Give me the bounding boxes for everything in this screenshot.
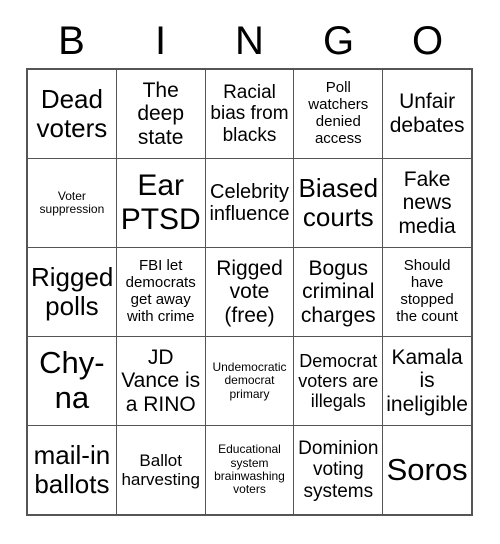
bingo-cell[interactable]: Bogus criminal charges [294, 248, 384, 337]
bingo-cell[interactable]: Unfair debates [383, 70, 472, 159]
bingo-cell[interactable]: Dead voters [28, 70, 117, 159]
bingo-cell[interactable]: FBI let democrats get away with crime [116, 248, 206, 337]
bingo-header: BINGO [27, 12, 472, 69]
bingo-cell-label: Rigged polls [31, 261, 114, 321]
bingo-cell-label: Undemocratic democrat primary [212, 359, 287, 401]
bingo-cell[interactable]: Chy- na [28, 337, 117, 426]
bingo-cell[interactable]: The deep state [116, 70, 206, 159]
bingo-cell-label: FBI let democrats get away with crime [125, 257, 196, 325]
bingo-cell[interactable]: Ear PTSD [116, 159, 206, 248]
bingo-cell[interactable]: Poll watchers denied access [294, 70, 384, 159]
bingo-cell-label: Celebrity influence [209, 180, 290, 225]
bingo-cell[interactable]: Kamala is ineligible [383, 337, 472, 426]
bingo-card: B I N G O Dead voters The deep state Racial bi… [27, 12, 472, 515]
bingo-cell[interactable]: Rigged polls [28, 248, 117, 337]
bingo-cell-label: Kamala is ineligible [386, 345, 468, 416]
bingo-cell-label: Rigged vote (free) [216, 256, 283, 327]
bingo-cell[interactable]: mail-in ballots [28, 426, 117, 515]
bingo-header-letter-i: I [154, 18, 167, 63]
bingo-cell-label: mail-in ballots [33, 439, 111, 499]
bingo-cell-label: Democrat voters are illegals [298, 350, 379, 412]
bingo-cell-label: Chy- na [39, 345, 105, 415]
bingo-header-letter-n: N [235, 18, 264, 63]
bingo-cell-label: Soros [386, 451, 468, 487]
bingo-cell-label: Fake news media [398, 167, 456, 238]
bingo-cell[interactable]: Democrat voters are illegals [294, 337, 384, 426]
bingo-cell-label: Ballot harvesting [121, 450, 200, 489]
bingo-cell-label: Voter suppression [39, 188, 105, 216]
bingo-header-letter-o: O [411, 18, 444, 63]
bingo-cell-label: Unfair debates [389, 90, 465, 137]
bingo-grid: Dead voters The deep state Racial bias fro… [27, 69, 472, 515]
bingo-cell-label: Ear PTSD [120, 169, 201, 236]
bingo-cell-label: The deep state [137, 78, 185, 149]
bingo-header-letter-b: B [58, 18, 85, 63]
bingo-cell[interactable]: Racial bias from blacks [205, 70, 295, 159]
bingo-cell-label: Biased courts [298, 172, 379, 232]
bingo-cell-label: Dominion voting systems [298, 438, 379, 502]
bingo-cell[interactable]: Biased courts [294, 159, 384, 248]
bingo-cell[interactable]: Celebrity influence [205, 159, 295, 248]
bingo-cell-label: Racial bias from blacks [210, 82, 289, 146]
bingo-cell-label: Educational system brainwashing voters [214, 442, 285, 497]
bingo-cell[interactable]: Dominion voting systems [294, 426, 384, 515]
bingo-header-letter-g: G [322, 18, 355, 63]
bingo-cell-label: JD Vance is a RINO [121, 345, 201, 416]
bingo-cell-label: Should have stopped the count [396, 257, 458, 325]
bingo-cell[interactable]: Ballot harvesting [116, 426, 206, 515]
bingo-cell[interactable]: Should have stopped the count [383, 248, 472, 337]
bingo-cell[interactable]: Fake news media [383, 159, 472, 248]
bingo-cell[interactable]: JD Vance is a RINO [116, 337, 206, 426]
bingo-cell[interactable]: Undemocratic democrat primary [205, 337, 295, 426]
bingo-cell-label: Poll watchers denied access [308, 79, 369, 147]
bingo-cell[interactable]: Soros [383, 426, 472, 515]
bingo-free-space-cell[interactable]: Rigged vote (free) [205, 248, 295, 337]
bingo-cell-label: Bogus criminal charges [300, 256, 376, 327]
bingo-cell-label: Dead voters [36, 83, 108, 143]
bingo-cell[interactable]: Educational system brainwashing voters [205, 426, 295, 515]
bingo-cell[interactable]: Voter suppression [28, 159, 117, 248]
